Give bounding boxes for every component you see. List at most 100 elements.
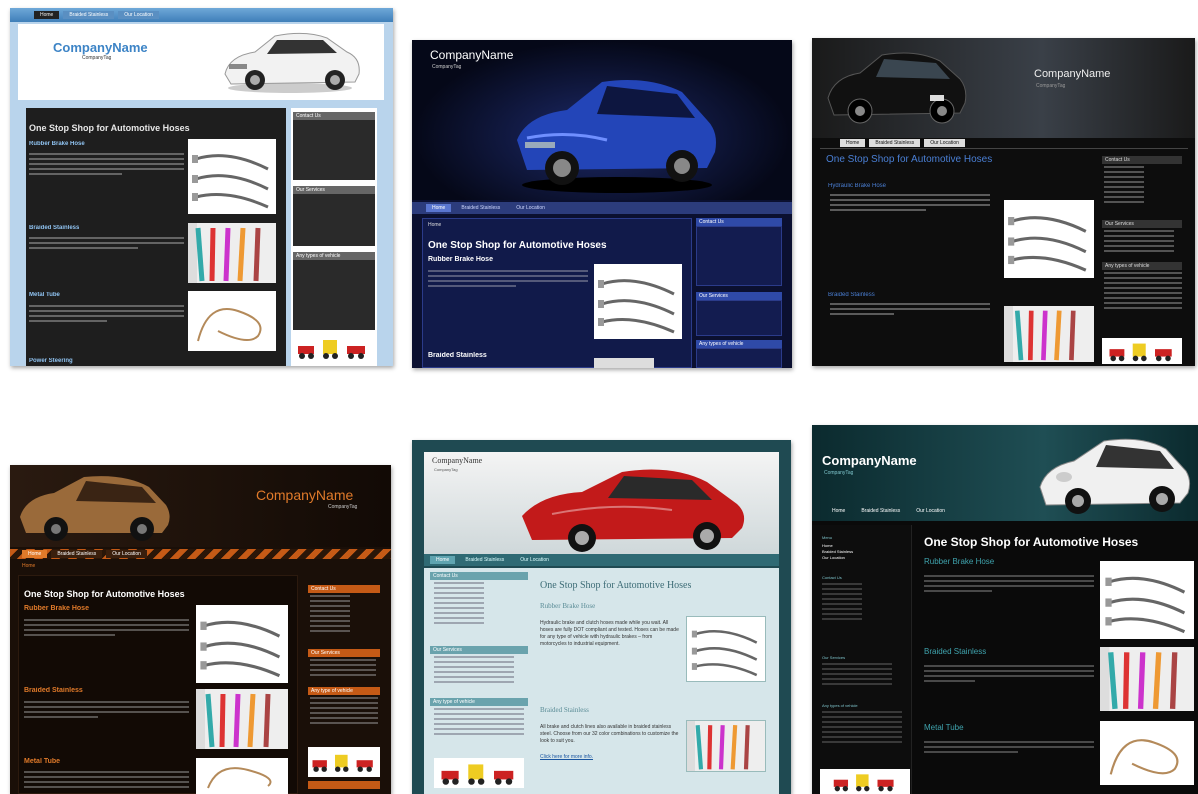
- t2-section-1: Rubber Brake Hose: [428, 256, 493, 263]
- t3-company-tag: CompanyTag: [1036, 83, 1066, 89]
- t4-company-name: CompanyName: [256, 487, 354, 503]
- blue-car-image: [507, 70, 722, 195]
- t5-nav-home[interactable]: Home: [430, 556, 456, 564]
- t2-section-2: Braided Stainless: [428, 352, 487, 359]
- t1-section-4: Power Steering: [29, 358, 73, 364]
- t5-company-tag: CompanyTag: [434, 467, 458, 472]
- t1-nav-braided[interactable]: Braided Stainless: [63, 11, 115, 19]
- t5-section-2: Braided Stainless: [540, 706, 589, 714]
- t1-sidebar-box-3: [293, 260, 375, 330]
- t5-braided-image: [686, 720, 766, 772]
- t5-body-2: All brake and clutch lines also availabl…: [540, 724, 679, 744]
- t6-sidebar-contact: Contact Us: [822, 575, 842, 580]
- t2-nav-home[interactable]: Home: [426, 204, 452, 212]
- t4-nav: Home Braided Stainless Our Location: [22, 550, 147, 558]
- t2-nav-braided[interactable]: Braided Stainless: [455, 204, 506, 212]
- t1-company-name: CompanyName: [53, 40, 148, 55]
- t4-company-tag: CompanyTag: [328, 504, 358, 510]
- t6-sidebar-services: Our Services: [822, 655, 846, 660]
- t3-nav-braided[interactable]: Braided Stainless: [869, 139, 921, 147]
- t2-nav-location[interactable]: Our Location: [510, 204, 551, 212]
- t6-headline: One Stop Shop for Automotive Hoses: [924, 535, 1139, 549]
- t5-sidebar-text-3: [434, 708, 524, 738]
- t6-text-3: [924, 741, 1094, 756]
- t3-nav-home[interactable]: Home: [840, 139, 866, 147]
- t6-text-1: [924, 575, 1094, 595]
- t4-section-2: Braided Stainless: [24, 687, 83, 694]
- bronze-car-image: [14, 467, 174, 545]
- t5-sidebar-vehicles: Any type of vehicle: [430, 698, 528, 706]
- t6-menu-braided[interactable]: Braided Stainless: [822, 549, 853, 554]
- t3-sidebar-text-3: [1104, 272, 1182, 312]
- t5-nav-braided[interactable]: Braided Stainless: [459, 556, 510, 564]
- t4-nav-home[interactable]: Home: [22, 550, 48, 558]
- t6-sidebar-menu-heading: Menu: [822, 535, 833, 540]
- t2-nav: Home Braided Stainless Our Location: [426, 204, 551, 212]
- template-thumbnail-6[interactable]: CompanyName CompanyTag Home Braided Stai…: [812, 425, 1198, 794]
- t5-sidebar-services: Our Services: [430, 646, 528, 654]
- t1-section-3: Metal Tube: [29, 292, 60, 298]
- t6-nav-home[interactable]: Home: [826, 507, 851, 515]
- t3-sidebar-contact: Contact Us: [1102, 156, 1182, 164]
- t4-nav-braided[interactable]: Braided Stainless: [51, 550, 103, 558]
- t3-hose-image: [1004, 200, 1094, 278]
- t1-nav-home[interactable]: Home: [34, 11, 60, 19]
- t6-hose-image: [1100, 561, 1194, 639]
- t4-text-1: [24, 619, 189, 639]
- white-porsche-image: [1034, 427, 1194, 517]
- t4-sidebar-text-1: [310, 595, 350, 635]
- t6-menu-home[interactable]: Home: [822, 543, 833, 548]
- t2-sidebar-vehicles: Any types of vehicle: [696, 340, 782, 348]
- t4-sidebar-text-2: [310, 659, 376, 679]
- t6-nav-braided[interactable]: Braided Stainless: [855, 507, 906, 515]
- t3-vehicles-image: [1102, 338, 1182, 364]
- template-thumbnail-1[interactable]: Home Braided Stainless Our Location Comp…: [10, 8, 393, 366]
- t3-text-2: [830, 303, 990, 318]
- t1-text-2: [29, 237, 184, 252]
- t4-text-3: [24, 771, 189, 791]
- t2-sidebar-box-2: [696, 300, 782, 336]
- t4-sidebar-text-3: [310, 697, 378, 727]
- template-thumbnail-5[interactable]: CompanyName CompanyTag Home Braided Stai…: [412, 440, 791, 794]
- t4-vehicles-image: [308, 747, 380, 777]
- t2-sidebar-box-3: [696, 348, 782, 368]
- t3-braided-image: [1004, 306, 1094, 362]
- t6-sidebar-text-1: [822, 583, 862, 623]
- t1-vehicles-image: [293, 334, 373, 362]
- t2-text-1: [428, 270, 588, 290]
- t4-sidebar-vehicles: Any type of vehicle: [308, 687, 380, 695]
- t4-nav-location[interactable]: Our Location: [106, 550, 147, 558]
- t6-braided-image: [1100, 647, 1194, 711]
- t3-sidebar-text-2: [1104, 230, 1174, 255]
- t4-section-1: Rubber Brake Hose: [24, 605, 89, 612]
- t5-more-link[interactable]: Click here for more info.: [540, 754, 593, 760]
- t4-tube-image: [196, 758, 288, 794]
- t3-headline: One Stop Shop for Automotive Hoses: [826, 154, 993, 165]
- t1-company-tag: CompanyTag: [82, 55, 112, 61]
- t1-sidebar-box-1: [293, 120, 375, 180]
- t2-headline: One Stop Shop for Automotive Hoses: [428, 240, 607, 251]
- t5-vehicles-image: [434, 758, 524, 788]
- t1-sidebar-box-2: [293, 194, 375, 246]
- t2-sidebar-services: Our Services: [696, 292, 782, 300]
- t6-tube-image: [1100, 721, 1194, 785]
- t3-sidebar-text-1: [1104, 166, 1144, 206]
- t3-divider: [820, 148, 1188, 149]
- t5-sidebar-contact: Contact Us: [430, 572, 528, 580]
- t1-tube-image: [188, 291, 276, 351]
- t5-nav-location[interactable]: Our Location: [514, 556, 555, 564]
- t4-text-2: [24, 701, 189, 721]
- t1-nav-location[interactable]: Our Location: [118, 11, 159, 19]
- t3-nav-location[interactable]: Our Location: [924, 139, 965, 147]
- white-car-image: [215, 26, 365, 96]
- t6-company-tag: CompanyTag: [824, 470, 854, 476]
- template-thumbnail-4[interactable]: CompanyName CompanyTag Home Braided Stai…: [10, 465, 391, 794]
- t2-sidebar-contact: Contact Us: [696, 218, 782, 226]
- template-thumbnail-3[interactable]: CompanyName CompanyTag Home Braided Stai…: [812, 38, 1195, 366]
- t6-menu-location[interactable]: Our Location: [822, 555, 845, 560]
- t6-nav: Home Braided Stainless Our Location: [826, 507, 951, 515]
- t6-nav-location[interactable]: Our Location: [910, 507, 951, 515]
- template-thumbnail-2[interactable]: CompanyName CompanyTag Home Braided Stai…: [412, 40, 792, 368]
- t5-company-name: CompanyName: [432, 456, 483, 465]
- t2-company-tag: CompanyTag: [432, 64, 462, 70]
